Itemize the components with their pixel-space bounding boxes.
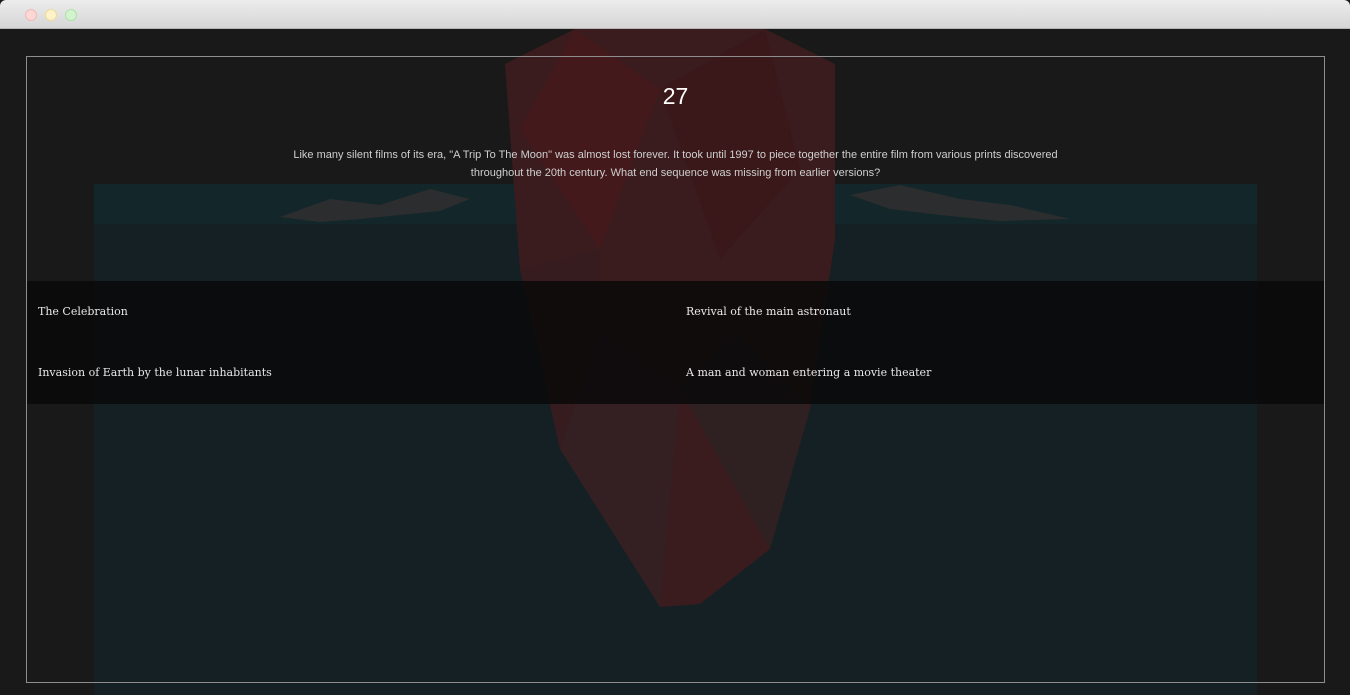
close-window-button[interactable] (25, 9, 37, 21)
answer-option-3[interactable]: Invasion of Earth by the lunar inhabitan… (27, 342, 667, 402)
answer-option-1[interactable]: The Celebration (27, 281, 667, 341)
answer-option-4[interactable]: A man and woman entering a movie theater (675, 342, 1315, 402)
browser-window: 27 Like many silent films of its era, "A… (0, 0, 1350, 695)
minimize-window-button[interactable] (45, 9, 57, 21)
question-number: 27 (662, 83, 689, 109)
question-text: Like many silent films of its era, "A Tr… (293, 149, 1058, 179)
answer-option-2[interactable]: Revival of the main astronaut (675, 281, 1315, 341)
maximize-window-button[interactable] (65, 9, 77, 21)
answer-grid: The Celebration Revival of the main astr… (27, 281, 1324, 404)
window-titlebar (0, 0, 1350, 29)
question-panel: 27 Like many silent films of its era, "A… (26, 56, 1325, 683)
